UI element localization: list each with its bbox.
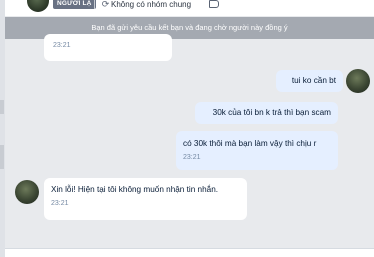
sidebar-marker — [0, 145, 4, 169]
tag-icon[interactable] — [209, 0, 219, 8]
chat-header: NGƯỜI LẠ ⟳ Không có nhóm chung — [5, 0, 374, 16]
message-composer[interactable] — [5, 249, 374, 257]
message-bubble-incoming[interactable]: Xin lỗi! Hiện tại tôi không muốn nhận ti… — [44, 178, 247, 220]
header-divider — [94, 0, 95, 9]
message-bubble-outgoing[interactable]: tui ko cần bt — [276, 70, 343, 92]
stranger-badge: NGƯỜI LẠ — [53, 0, 96, 9]
my-avatar[interactable] — [346, 69, 370, 93]
sidebar-marker — [0, 100, 4, 114]
message-bubble-outgoing[interactable]: 30k của tôi bn k trả thì bạn scam — [195, 102, 338, 124]
message-text: tui ko cần bt — [291, 76, 336, 85]
message-text: có 30k thôi mà bạn làm vậy thì chịu r — [183, 139, 317, 148]
message-time: 23:21 — [183, 154, 201, 161]
message-time: 23:21 — [53, 42, 71, 49]
common-group-status[interactable]: Không có nhóm chung — [111, 0, 191, 10]
message-bubble-incoming[interactable]: 23:21 — [44, 34, 172, 61]
contact-avatar[interactable] — [27, 0, 49, 12]
message-text: Xin lỗi! Hiện tại tôi không muốn nhận ti… — [51, 185, 219, 194]
message-text: 30k của tôi bn k trả thì bạn scam — [212, 108, 331, 117]
contact-avatar[interactable] — [15, 180, 39, 204]
message-bubble-outgoing[interactable]: có 30k thôi mà bạn làm vậy thì chịu r 23… — [176, 131, 338, 170]
refresh-icon: ⟳ — [101, 0, 110, 9]
message-time: 23:21 — [51, 200, 69, 207]
